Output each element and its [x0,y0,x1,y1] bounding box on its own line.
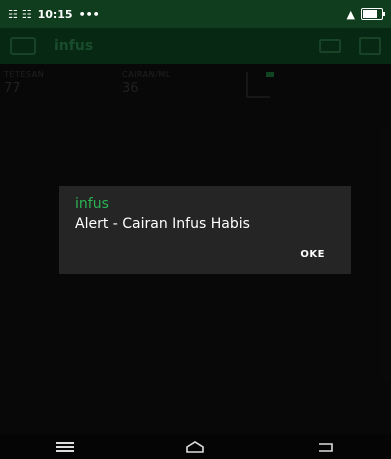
status-extra: ••• [78,7,100,21]
status-bar: ☷ ☷ 10:15 ••• ▲ [0,0,391,28]
dialog-message: Alert - Cairan Infus Habis [75,216,250,232]
battery-icon [361,8,385,20]
status-time: 10:15 [37,7,73,21]
home-icon[interactable] [175,434,215,459]
status-left: ☷ ☷ 10:15 ••• [8,8,100,21]
dialog-title: infus [75,196,109,212]
battery-fill [363,10,377,18]
signal-icon: ▲ [346,7,355,21]
alert-dialog: infus Alert - Cairan Infus Habis OKE [59,186,351,274]
status-right: ▲ [346,7,385,21]
status-glyphs: ☷ ☷ [8,7,32,21]
menu-icon[interactable] [45,434,85,459]
oke-button[interactable]: OKE [300,249,325,260]
navigation-bar [0,434,391,459]
return-icon[interactable] [306,434,346,459]
